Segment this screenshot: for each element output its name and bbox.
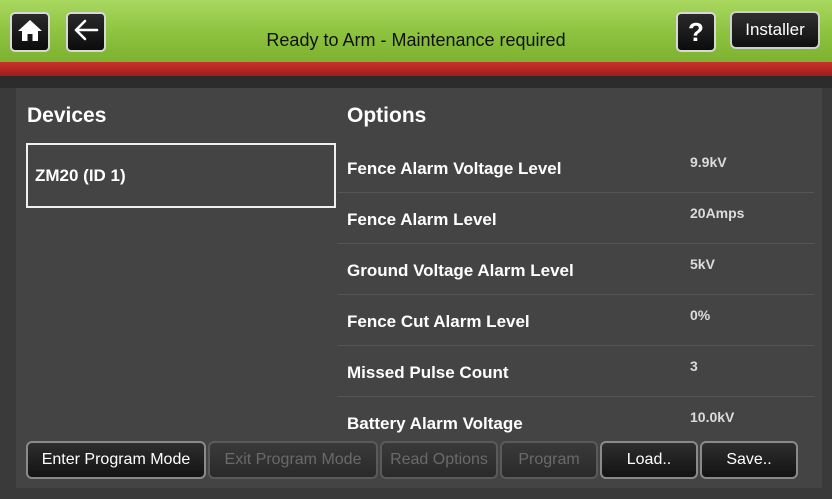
- program-button[interactable]: Program: [500, 441, 598, 479]
- read-options-button[interactable]: Read Options: [380, 441, 498, 479]
- option-value: 20Amps: [690, 205, 745, 221]
- option-row[interactable]: Missed Pulse Count 3: [338, 346, 814, 397]
- option-label: Battery Alarm Voltage: [347, 414, 523, 433]
- option-value: 10.0kV: [690, 409, 735, 425]
- option-row[interactable]: Fence Alarm Voltage Level 9.9kV: [338, 142, 814, 193]
- exit-program-mode-button[interactable]: Exit Program Mode: [208, 441, 378, 479]
- help-icon: ?: [688, 17, 704, 47]
- load-button[interactable]: Load..: [600, 441, 698, 479]
- option-label: Fence Alarm Level: [347, 210, 497, 229]
- option-label: Missed Pulse Count: [347, 363, 509, 382]
- option-label: Fence Cut Alarm Level: [347, 312, 530, 331]
- device-label: ZM20 (ID 1): [35, 165, 126, 185]
- header-divider: [0, 76, 832, 88]
- option-value: 5kV: [690, 256, 715, 272]
- option-value: 0%: [690, 307, 711, 323]
- device-list-item[interactable]: ZM20 (ID 1): [26, 143, 336, 208]
- option-label: Fence Alarm Voltage Level: [347, 159, 562, 178]
- options-heading: Options: [347, 104, 427, 127]
- option-row[interactable]: Fence Alarm Level 20Amps: [338, 193, 814, 244]
- option-row[interactable]: Battery Alarm Voltage 10.0kV: [338, 397, 814, 434]
- option-value: 9.9kV: [690, 154, 727, 170]
- installer-button[interactable]: Installer: [730, 11, 820, 49]
- option-row[interactable]: Fence Cut Alarm Level 0%: [338, 295, 814, 346]
- save-button[interactable]: Save..: [700, 441, 798, 479]
- option-row[interactable]: Ground Voltage Alarm Level 5kV: [338, 244, 814, 295]
- alert-bar: [0, 62, 832, 76]
- option-value: 3: [690, 358, 698, 374]
- help-button[interactable]: ?: [676, 12, 716, 52]
- enter-program-mode-button[interactable]: Enter Program Mode: [26, 441, 206, 479]
- devices-heading: Devices: [27, 104, 107, 127]
- options-list[interactable]: Fence Alarm Voltage Level 9.9kV Fence Al…: [338, 142, 814, 434]
- option-label: Ground Voltage Alarm Level: [347, 261, 574, 280]
